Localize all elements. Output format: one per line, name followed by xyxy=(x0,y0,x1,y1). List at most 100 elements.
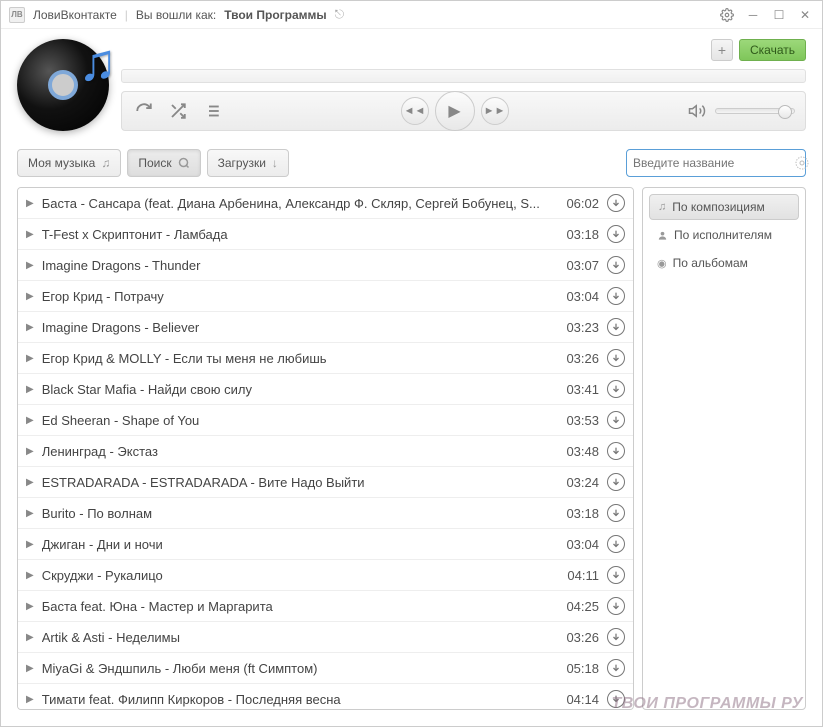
search-settings-icon[interactable] xyxy=(794,155,810,171)
tracklist[interactable]: ▶ Баста - Сансара (feat. Диана Арбенина, … xyxy=(17,187,634,710)
play-icon: ▶ xyxy=(26,446,34,457)
play-icon: ▶ xyxy=(26,198,34,209)
disc-icon: ◉ xyxy=(657,257,667,270)
search-box[interactable] xyxy=(626,149,806,177)
track-duration: 03:04 xyxy=(566,537,599,552)
track-duration: 06:02 xyxy=(566,196,599,211)
track-download-button[interactable] xyxy=(607,659,625,677)
track-row[interactable]: ▶Скруджи - Рукалицо04:11 xyxy=(18,560,633,591)
track-row[interactable]: ▶Баста feat. Юна - Мастер и Маргарита04:… xyxy=(18,591,633,622)
track-download-button[interactable] xyxy=(607,597,625,615)
track-title: Егор Крид - Потрачу xyxy=(42,289,559,304)
tab-search[interactable]: Поиск xyxy=(127,149,200,177)
play-icon: ▶ xyxy=(26,508,34,519)
settings-icon[interactable] xyxy=(718,6,736,24)
search-icon xyxy=(178,157,190,169)
play-icon: ▶ xyxy=(26,353,34,364)
track-download-button[interactable] xyxy=(607,194,625,212)
playlist-button[interactable] xyxy=(200,99,224,123)
track-title: T-Fest x Скриптонит - Ламбада xyxy=(42,227,559,242)
track-download-button[interactable] xyxy=(607,318,625,336)
track-download-button[interactable] xyxy=(607,442,625,460)
track-duration: 03:41 xyxy=(566,382,599,397)
filter-by-tracks[interactable]: ♫ По композициям xyxy=(649,194,799,220)
track-download-button[interactable] xyxy=(607,287,625,305)
track-row[interactable]: ▶Тимати feat. Филипп Киркоров - Последня… xyxy=(18,684,633,710)
track-row[interactable]: ▶Black Star Mafia - Найди свою силу03:41 xyxy=(18,374,633,405)
titlebar: ЛВ ЛовиВконтакте | Вы вошли как: Твои Пр… xyxy=(1,1,822,29)
track-download-button[interactable] xyxy=(607,411,625,429)
tab-my-music[interactable]: Моя музыка ♫ xyxy=(17,149,121,177)
volume-slider[interactable] xyxy=(715,108,795,114)
filter-by-artists-label: По исполнителям xyxy=(674,228,772,242)
tab-downloads[interactable]: Загрузки ↓ xyxy=(207,149,289,177)
track-download-button[interactable] xyxy=(607,473,625,491)
next-button[interactable]: ►► xyxy=(481,97,509,125)
track-row[interactable]: ▶ Егор Крид & MOLLY - Если ты меня не люб… xyxy=(18,343,633,374)
track-row[interactable]: ▶Artik & Asti - Неделимы03:26 xyxy=(18,622,633,653)
person-icon xyxy=(657,230,668,241)
track-duration: 03:26 xyxy=(566,351,599,366)
track-row[interactable]: ▶Imagine Dragons - Thunder03:07 xyxy=(18,250,633,281)
tab-my-music-label: Моя музыка xyxy=(28,156,95,170)
track-row[interactable]: ▶Ed Sheeran - Shape of You03:53 xyxy=(18,405,633,436)
track-row[interactable]: ▶ESTRADARADA - ESTRADARADA - Вите Надо В… xyxy=(18,467,633,498)
track-title: Егор Крид & MOLLY - Если ты меня не люби… xyxy=(42,351,559,366)
logout-icon[interactable]: ⎋ xyxy=(335,7,345,22)
track-duration: 04:14 xyxy=(566,692,599,707)
player-controls: ◄◄ ▶ ►► xyxy=(121,91,806,131)
track-row[interactable]: ▶MiyaGi & Эндшпиль - Люби меня (ft Симпт… xyxy=(18,653,633,684)
filter-by-albums-label: По альбомам xyxy=(673,256,748,270)
shuffle-button[interactable] xyxy=(166,99,190,123)
filter-by-artists[interactable]: По исполнителям xyxy=(649,222,799,248)
search-input[interactable] xyxy=(633,156,788,170)
track-download-button[interactable] xyxy=(607,504,625,522)
track-title: MiyaGi & Эндшпиль - Люби меня (ft Симпто… xyxy=(42,661,559,676)
tab-search-label: Поиск xyxy=(138,156,171,170)
track-title: Баста feat. Юна - Мастер и Маргарита xyxy=(42,599,559,614)
filter-by-albums[interactable]: ◉ По альбомам xyxy=(649,250,799,276)
track-download-button[interactable] xyxy=(607,690,625,708)
minimize-button[interactable]: ─ xyxy=(744,6,762,24)
play-icon: ▶ xyxy=(26,415,34,426)
track-row[interactable]: ▶Burito - По волнам03:18 xyxy=(18,498,633,529)
prev-button[interactable]: ◄◄ xyxy=(401,97,429,125)
maximize-button[interactable]: ☐ xyxy=(770,6,788,24)
track-download-button[interactable] xyxy=(607,225,625,243)
play-icon: ▶ xyxy=(26,570,34,581)
download-button[interactable]: Скачать xyxy=(739,39,806,61)
play-icon: ▶ xyxy=(26,601,34,612)
separator: | xyxy=(125,8,128,22)
track-row[interactable]: ▶Джиган - Дни и ночи03:04 xyxy=(18,529,633,560)
track-download-button[interactable] xyxy=(607,535,625,553)
track-row[interactable]: ▶Егор Крид - Потрачу03:04 xyxy=(18,281,633,312)
track-row[interactable]: ▶T-Fest x Скриптонит - Ламбада03:18 xyxy=(18,219,633,250)
track-download-button[interactable] xyxy=(607,628,625,646)
track-row[interactable]: ▶ Баста - Сансара (feat. Диана Арбенина, … xyxy=(18,188,633,219)
play-icon: ▶ xyxy=(26,632,34,643)
repeat-button[interactable] xyxy=(132,99,156,123)
music-icon: ♫ xyxy=(101,156,110,170)
track-download-button[interactable] xyxy=(607,256,625,274)
music-notes-icon: ♫ xyxy=(78,33,117,93)
play-icon: ▶ xyxy=(26,229,34,240)
play-button[interactable]: ▶ xyxy=(435,91,475,131)
track-row[interactable]: ▶Imagine Dragons - Believer03:23 xyxy=(18,312,633,343)
track-row[interactable]: ▶Ленинград - Экстаз03:48 xyxy=(18,436,633,467)
header: ♫ + Скачать xyxy=(1,29,822,141)
app-window: ЛВ ЛовиВконтакте | Вы вошли как: Твои Пр… xyxy=(0,0,823,727)
progress-bar[interactable] xyxy=(121,69,806,83)
track-duration: 03:04 xyxy=(566,289,599,304)
track-download-button[interactable] xyxy=(607,349,625,367)
play-icon: ▶ xyxy=(26,694,34,705)
track-download-button[interactable] xyxy=(607,380,625,398)
track-download-button[interactable] xyxy=(607,566,625,584)
close-button[interactable]: ✕ xyxy=(796,6,814,24)
track-title: Ed Sheeran - Shape of You xyxy=(42,413,559,428)
track-title: Баста - Сансара (feat. Диана Арбенина, А… xyxy=(42,196,559,211)
play-icon: ▶ xyxy=(26,260,34,271)
track-duration: 03:24 xyxy=(566,475,599,490)
volume-icon[interactable] xyxy=(685,99,709,123)
filter-by-tracks-label: По композициям xyxy=(672,200,765,214)
add-button[interactable]: + xyxy=(711,39,733,61)
